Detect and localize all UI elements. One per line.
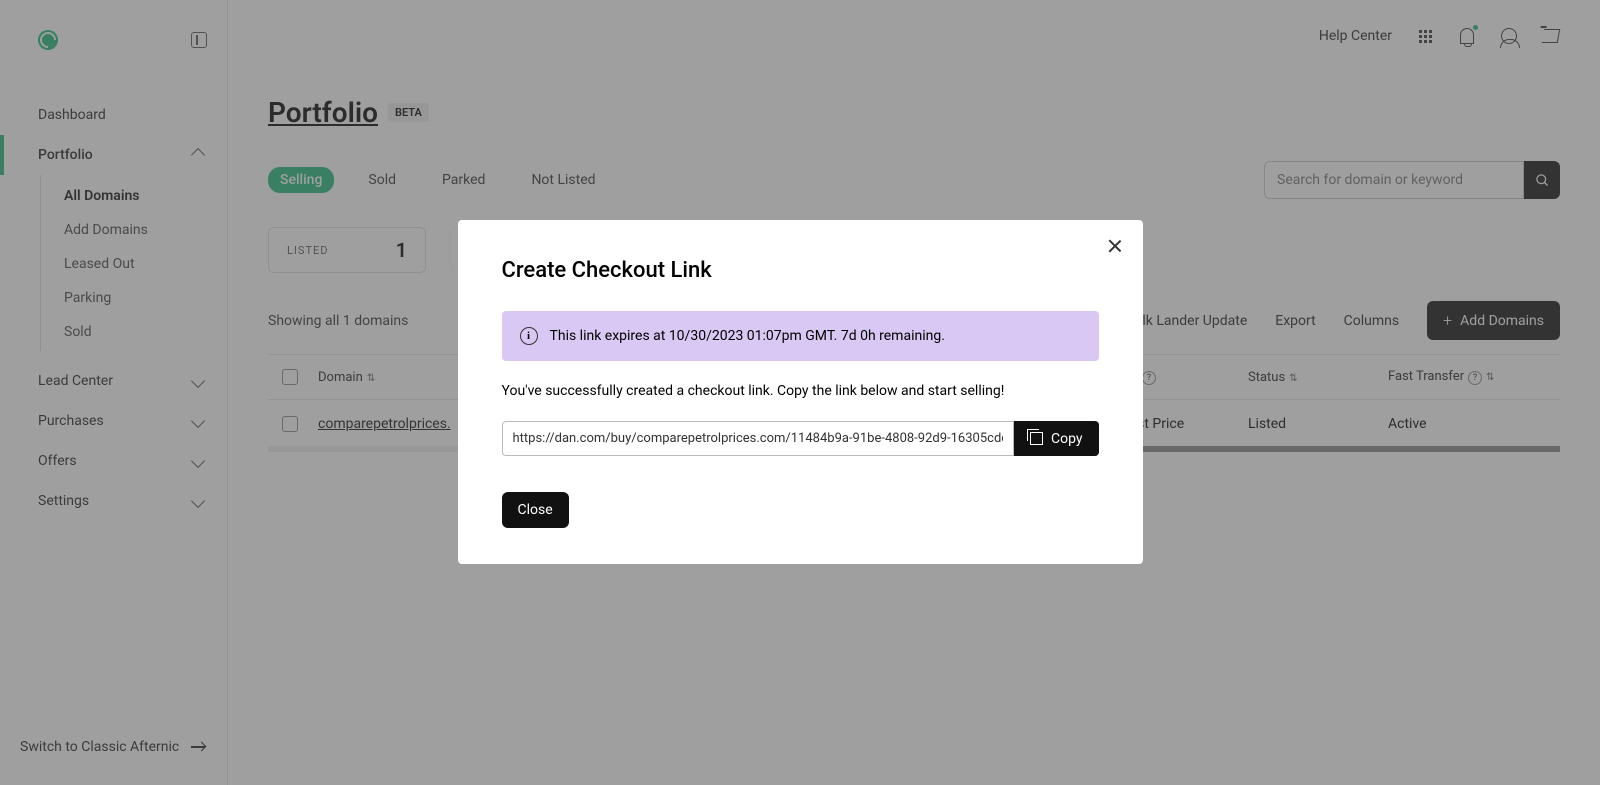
copy-icon xyxy=(1030,432,1043,445)
modal-overlay[interactable]: Create Checkout Link i This link expires… xyxy=(0,0,1600,785)
create-checkout-modal: Create Checkout Link i This link expires… xyxy=(458,220,1143,564)
close-button[interactable]: Close xyxy=(502,492,569,528)
success-message: You've successfully created a checkout l… xyxy=(502,383,1099,399)
copy-label: Copy xyxy=(1051,431,1083,447)
checkout-link-input[interactable] xyxy=(502,421,1014,456)
info-text: This link expires at 10/30/2023 01:07pm … xyxy=(550,328,945,344)
info-icon: i xyxy=(520,327,538,345)
copy-button[interactable]: Copy xyxy=(1014,421,1099,456)
info-banner: i This link expires at 10/30/2023 01:07p… xyxy=(502,311,1099,361)
link-row: Copy xyxy=(502,421,1099,456)
modal-title: Create Checkout Link xyxy=(502,258,1099,283)
modal-close-button[interactable] xyxy=(1107,238,1123,254)
